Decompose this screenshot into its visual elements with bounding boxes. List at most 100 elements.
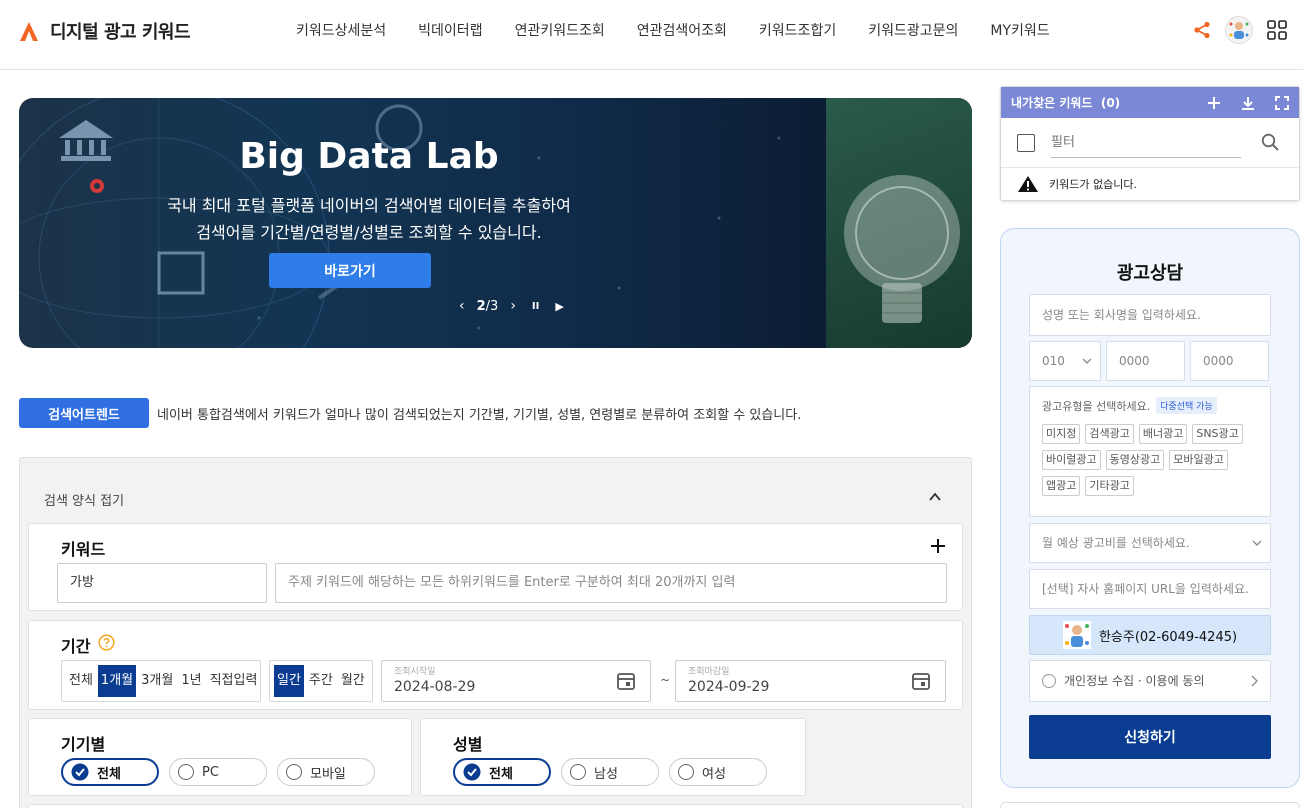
unit-monthly[interactable]: 월간 (338, 665, 368, 697)
main-nav: 키워드상세분석 빅데이터랩 연관키워드조회 연관검색어조회 키워드조합기 키워드… (296, 20, 1082, 40)
my-keywords-empty-state: 키워드가 없습니다. (1017, 175, 1137, 193)
search-trend-badge[interactable]: 검색어트렌드 (19, 398, 149, 428)
phone-prefix-select[interactable]: 010 (1029, 341, 1101, 381)
ad-type-banner[interactable]: 배너광고 (1138, 424, 1188, 444)
period-unit-selector: 일간 주간 월간 (269, 660, 373, 702)
unit-daily[interactable]: 일간 (274, 665, 304, 697)
ad-consult-form: 광고상담 성명 또는 회사명을 입력하세요. 010 0000 0000 광고유… (1000, 228, 1300, 788)
logo-text: 디지털 광고 키워드 (50, 22, 191, 43)
ad-type-unspecified[interactable]: 미지정 (1042, 424, 1081, 444)
banner-prev-button[interactable]: ‹ (455, 298, 469, 314)
banner-side-image (826, 98, 972, 348)
submit-button[interactable]: 신청하기 (1029, 715, 1271, 759)
ad-type-mobile[interactable]: 모바일광고 (1169, 450, 1228, 470)
warning-icon (1018, 176, 1038, 192)
chevron-up-icon[interactable] (928, 490, 942, 504)
start-date-value: 2024-08-29 (394, 679, 476, 695)
phone-middle-input[interactable]: 0000 (1106, 341, 1185, 381)
help-icon[interactable] (98, 634, 115, 651)
add-keyword-icon[interactable] (930, 538, 946, 554)
nav-bigdata-lab[interactable]: 빅데이터랩 (418, 20, 482, 40)
unit-weekly[interactable]: 주간 (306, 665, 336, 697)
budget-select[interactable]: 월 예상 광고비를 선택하세요. (1029, 523, 1271, 563)
radio-circle-icon (178, 764, 194, 780)
my-keywords-widget: 내가찾은 키워드 (0) 필터 키워드가 없습니다. (1000, 86, 1300, 201)
gender-option-all-label: 전체 (489, 766, 513, 782)
hero-banner: Big Data Lab 국내 최대 포털 플랫폼 네이버의 검색어별 데이터를… (19, 98, 972, 348)
range-1-month[interactable]: 1개월 (97, 665, 137, 697)
ad-type-other[interactable]: 기타광고 (1085, 476, 1134, 496)
ad-type-video[interactable]: 동영상광고 (1105, 450, 1165, 470)
calendar-icon[interactable] (616, 671, 636, 691)
nav-keyword-ad-inquiry[interactable]: 키워드광고문의 (868, 20, 958, 40)
fullscreen-icon[interactable] (1275, 95, 1289, 110)
start-date-field[interactable]: 조회시작일 2024-08-29 (381, 660, 651, 702)
header-icons (1193, 16, 1287, 44)
search-icon[interactable] (1261, 133, 1279, 151)
app-grid-icon[interactable] (1267, 20, 1287, 40)
phone-last-input[interactable]: 0000 (1190, 341, 1269, 381)
select-all-checkbox[interactable] (1017, 134, 1035, 152)
phone-prefix-value: 010 (1042, 354, 1065, 368)
end-date-value: 2024-09-29 (688, 679, 770, 695)
ad-type-sns[interactable]: SNS광고 (1192, 424, 1243, 444)
device-option-pc-label: PC (202, 764, 219, 780)
range-all[interactable]: 전체 (66, 665, 96, 697)
period-panel: 기간 전체 1개월 3개월 1년 직접입력 일간 주간 월간 조회시작일 202… (28, 620, 963, 710)
range-3-months[interactable]: 3개월 (138, 665, 176, 697)
device-radio-group: 전체 PC 모바일 (61, 758, 375, 786)
nav-related-keywords[interactable]: 연관키워드조회 (515, 20, 605, 40)
device-label: 기기별 (61, 735, 106, 754)
form-fold-toggle[interactable]: 검색 양식 접기 (44, 490, 124, 509)
share-icon[interactable] (1193, 21, 1211, 39)
period-label: 기간 (61, 637, 91, 656)
radio-circle-icon (570, 764, 586, 780)
gender-option-all[interactable]: 전체 (453, 758, 551, 786)
ad-type-search[interactable]: 검색광고 (1085, 424, 1134, 444)
range-1-year[interactable]: 1년 (178, 665, 204, 697)
chevron-down-icon (1082, 358, 1092, 364)
device-option-pc[interactable]: PC (169, 758, 267, 786)
nav-keyword-analysis[interactable]: 키워드상세분석 (296, 20, 386, 40)
device-option-all[interactable]: 전체 (61, 758, 159, 786)
nav-keyword-combiner[interactable]: 키워드조합기 (759, 20, 836, 40)
user-avatar[interactable] (1225, 16, 1253, 44)
banner-pager: ‹ 2/3 › II ▶ (455, 298, 568, 314)
calendar-icon[interactable] (911, 671, 931, 691)
add-icon[interactable] (1207, 96, 1221, 110)
keyword-filter-input[interactable]: 필터 (1051, 130, 1241, 158)
my-keywords-title: 내가찾은 키워드 (0) (1011, 94, 1207, 111)
next-widget (1000, 802, 1300, 808)
ad-type-app[interactable]: 앱광고 (1042, 476, 1081, 496)
banner-play-button[interactable]: ▶ (551, 300, 567, 313)
ad-type-viral[interactable]: 바이럴광고 (1042, 450, 1101, 470)
period-range-selector: 전체 1개월 3개월 1년 직접입력 (61, 660, 261, 702)
banner-next-button[interactable]: › (506, 298, 520, 314)
gender-option-male[interactable]: 남성 (561, 758, 659, 786)
privacy-agree-toggle[interactable]: 개인정보 수집 · 이용에 동의 (1029, 660, 1271, 702)
download-icon[interactable] (1241, 96, 1255, 110)
radio-circle-icon (678, 764, 694, 780)
homepage-url-input[interactable]: [선택] 자사 홈페이지 URL을 입력하세요. (1029, 569, 1271, 609)
date-range-separator: ~ (660, 673, 671, 687)
banner-page-current: 2 (476, 298, 486, 314)
nav-my-keyword[interactable]: MY키워드 (990, 20, 1049, 40)
start-date-label: 조회시작일 (394, 667, 436, 677)
banner-desc-line-1: 국내 최대 포털 플랫폼 네이버의 검색어별 데이터를 추출하여 (167, 196, 571, 215)
logo-mark-icon (20, 22, 38, 41)
sub-keyword-input[interactable]: 주제 키워드에 해당하는 모든 하위키워드를 Enter로 구분하여 최대 20… (275, 563, 947, 603)
name-input[interactable]: 성명 또는 회사명을 입력하세요. (1029, 294, 1271, 336)
end-date-label: 조회마감일 (688, 667, 730, 677)
site-logo[interactable]: 디지털 광고 키워드 (18, 18, 191, 44)
device-option-mobile[interactable]: 모바일 (277, 758, 375, 786)
banner-description: 국내 최대 포털 플랫폼 네이버의 검색어별 데이터를 추출하여 검색어를 기간… (19, 192, 719, 246)
banner-go-button[interactable]: 바로가기 (269, 253, 431, 288)
keyword-input[interactable]: 가방 (57, 563, 267, 603)
top-header: 디지털 광고 키워드 키워드상세분석 빅데이터랩 연관키워드조회 연관검색어조회… (0, 0, 1303, 70)
budget-placeholder: 월 예상 광고비를 선택하세요. (1042, 536, 1190, 550)
banner-pause-button[interactable]: II (528, 301, 543, 312)
range-custom[interactable]: 직접입력 (207, 665, 261, 697)
end-date-field[interactable]: 조회마감일 2024-09-29 (675, 660, 946, 702)
nav-related-search[interactable]: 연관검색어조회 (637, 20, 727, 40)
gender-option-female[interactable]: 여성 (669, 758, 767, 786)
